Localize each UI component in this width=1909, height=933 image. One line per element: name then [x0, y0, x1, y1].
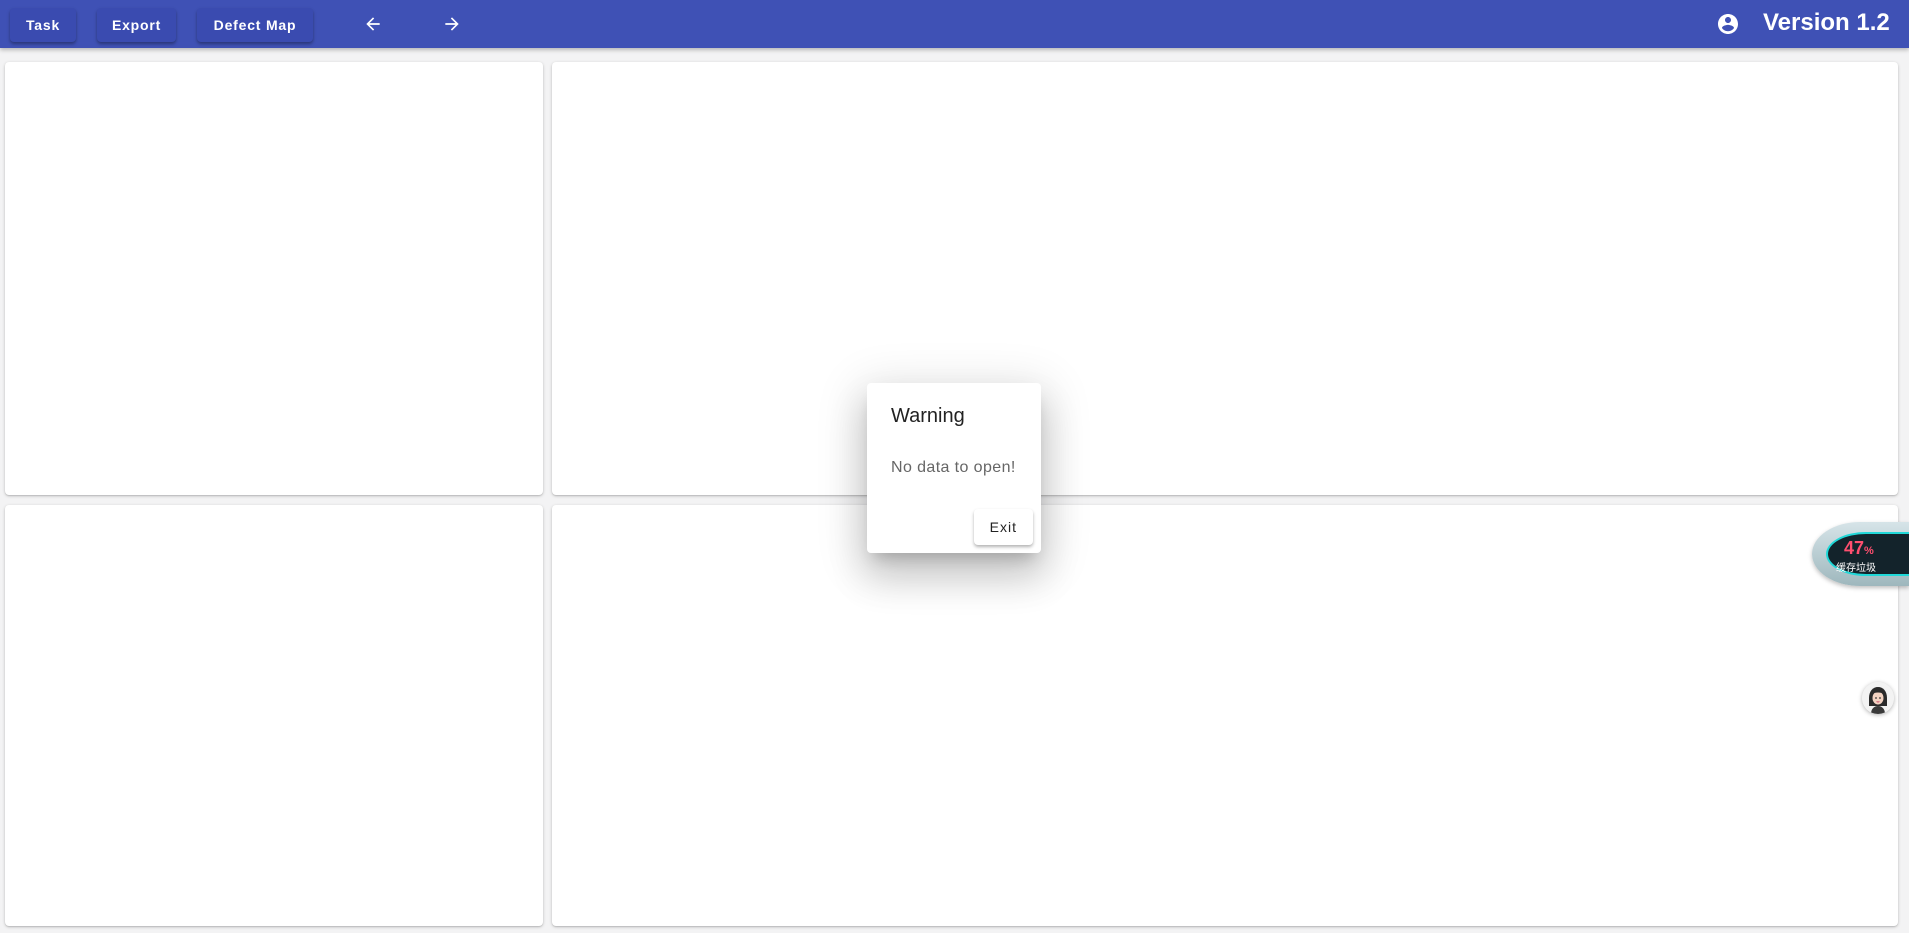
warning-dialog: Warning No data to open! Exit — [867, 383, 1041, 553]
cache-cleaner-widget[interactable]: 47% 缓存垃圾 — [1812, 516, 1909, 592]
widget-label: 缓存垃圾 — [1836, 563, 1876, 574]
assistant-avatar[interactable] — [1862, 682, 1894, 714]
widget-percent-sign: % — [1864, 545, 1874, 557]
dialog-message: No data to open! — [891, 459, 1016, 476]
widget-percent: 47% — [1844, 538, 1874, 559]
dialog-title: Warning — [891, 405, 965, 427]
exit-button[interactable]: Exit — [973, 509, 1033, 545]
avatar-icon — [1862, 682, 1894, 714]
widget-percent-value: 47 — [1844, 538, 1865, 558]
